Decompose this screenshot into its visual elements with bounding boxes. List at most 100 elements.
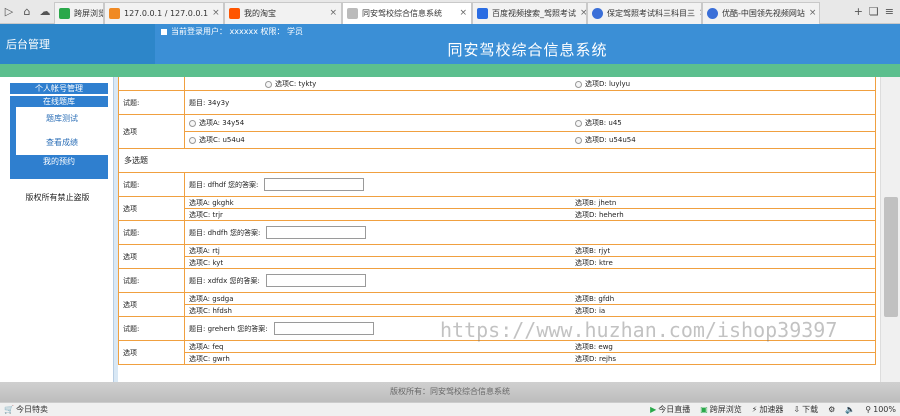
- option-b[interactable]: 选项B: u45: [575, 118, 622, 128]
- question-text: 题目: greherh 您的答案:: [189, 322, 374, 335]
- options-row: 选项 选项A: rtj 选项B: rjyt 选项C: kyt 选项D: ktre: [118, 245, 876, 269]
- close-icon[interactable]: ×: [212, 8, 220, 18]
- rocket-icon: ⚡: [751, 405, 758, 414]
- question-row: 试题: 题目: 34y3y: [118, 91, 876, 115]
- scrollbar-thumb[interactable]: [884, 197, 898, 317]
- option-b: 选项B: jhetn: [575, 199, 617, 207]
- current-user: 当前登录用户： xxxxxx 权限： 学员: [161, 26, 303, 37]
- exam-content: 选项C: tykty 选项D: luylyu 试题: 题目: 34y3y 选项 …: [118, 77, 880, 382]
- option-a[interactable]: 选项A: 34y54: [189, 118, 244, 128]
- accelerator-link[interactable]: ⚡ 加速器: [752, 404, 784, 415]
- option-c[interactable]: 选项C: u54u4: [189, 135, 245, 145]
- question-text: 题目: 34y3y: [189, 99, 230, 107]
- tab-youku[interactable]: 优酷-中国领先视频网站 ×: [702, 1, 820, 24]
- radio-icon[interactable]: [189, 136, 196, 144]
- tab-cross-screen[interactable]: 跨屏浏览: [54, 1, 104, 24]
- option-b: 选项B: ewg: [575, 343, 613, 351]
- settings-icon[interactable]: ⚙: [828, 405, 835, 414]
- cloud-icon[interactable]: ☁: [36, 0, 54, 24]
- zoom-icon: ⚲: [865, 405, 872, 414]
- option-c: 选项C: kyt: [189, 259, 224, 267]
- answer-input[interactable]: [265, 274, 366, 287]
- admin-header: 后台管理: [0, 24, 155, 64]
- page-title: 同安驾校综合信息系统: [447, 41, 608, 59]
- sidebar-item-booking[interactable]: 我的预约: [10, 155, 108, 179]
- sidebar: 个人帐号管理 在线题库 题库测试 查看成绩 我的预约 版权所有禁止盗版: [0, 77, 115, 382]
- page-header: 当前登录用户： xxxxxx 权限： 学员 同安驾校综合信息系统: [155, 24, 900, 64]
- new-tab-icon[interactable]: +: [854, 5, 863, 18]
- sidebar-item-question-bank[interactable]: 在线题库: [10, 96, 108, 107]
- sound-icon[interactable]: 🔈: [845, 405, 855, 414]
- radio-icon[interactable]: [575, 136, 582, 144]
- tab-driving-school[interactable]: 同安驾校综合信息系统 ×: [342, 1, 472, 24]
- option-a: 选项A: gsdga: [189, 295, 234, 303]
- question-text: 题目: dfhdf 您的答案:: [189, 178, 365, 191]
- status-bar: 🛒 今日特卖 ▶ 今日直播 ▣ 跨屏浏览 ⚡ 加速器 ⇩ 下载 ⚙ 🔈 ⚲ 100%: [0, 402, 900, 416]
- baidu-video-icon: [477, 7, 488, 19]
- option-d: 选项D: heherh: [575, 211, 624, 219]
- option-d: 选项D: rejhs: [575, 355, 617, 363]
- admin-title: 后台管理: [6, 38, 50, 51]
- live-link[interactable]: ▶ 今日直播: [650, 404, 690, 415]
- green-bookmark-icon: [59, 7, 70, 19]
- restore-icon[interactable]: ❏: [869, 5, 879, 18]
- option-a: 选项A: feq: [189, 343, 224, 351]
- close-icon[interactable]: ×: [809, 8, 817, 18]
- question-row: 试题: 题目: dfhdf 您的答案:: [118, 173, 876, 197]
- cross-screen-link[interactable]: ▣ 跨屏浏览: [700, 404, 742, 415]
- option-a: 选项A: gkghk: [189, 199, 234, 207]
- tab-baidu-video[interactable]: 百度视频搜索_驾照考试 ×: [472, 1, 587, 24]
- play-icon: [592, 7, 603, 19]
- tab-bar-controls: + ❏ ≡: [854, 5, 900, 18]
- radio-icon[interactable]: [265, 80, 272, 88]
- option-c: 选项C: hfdsh: [189, 307, 232, 315]
- option-c[interactable]: 选项C: tykty: [265, 79, 316, 89]
- option-b: 选项B: gfdh: [575, 295, 615, 303]
- vertical-scrollbar[interactable]: [880, 77, 900, 382]
- page-icon: [347, 7, 358, 19]
- option-b: 选项B: rjyt: [575, 247, 611, 255]
- tab-exam-video[interactable]: 保定驾照考试科三科目三 ×: [587, 1, 702, 24]
- question-text: 题目: xdfdx 您的答案:: [189, 274, 366, 287]
- radio-icon[interactable]: [575, 80, 582, 88]
- option-d: 选项D: ia: [575, 307, 606, 315]
- options-row: 选项 选项A: gkghk 选项B: jhetn 选项C: trjr 选项D: hehe…: [118, 197, 876, 221]
- sidebar-item-account[interactable]: 个人帐号管理: [10, 83, 108, 94]
- deals-link[interactable]: 🛒 今日特卖: [4, 404, 48, 415]
- question-text: 题目: dhdfh 您的答案:: [189, 226, 367, 239]
- tab-taobao[interactable]: 我的淘宝 ×: [224, 1, 342, 24]
- phpmyadmin-icon: [109, 7, 120, 19]
- radio-icon[interactable]: [575, 119, 582, 127]
- user-icon: [161, 28, 167, 35]
- menu-icon[interactable]: ≡: [885, 5, 894, 18]
- tab-phpmyadmin[interactable]: 127.0.0.1 / 127.0.0.1 ×: [104, 1, 224, 24]
- answer-input[interactable]: [266, 226, 367, 239]
- browser-tab-bar: ▷ ⌂ ☁ 跨屏浏览 127.0.0.1 / 127.0.0.1 × 我的淘宝 …: [0, 0, 900, 24]
- screen-icon: ▣: [700, 405, 708, 414]
- answer-input[interactable]: [273, 322, 374, 335]
- close-icon[interactable]: ×: [329, 8, 337, 18]
- option-c: 选项C: trjr: [189, 211, 223, 219]
- options-row: 选项 选项A: 34y54 选项B: u45 选项C: u54u4 选项D: u…: [118, 115, 876, 149]
- radio-icon[interactable]: [189, 119, 196, 127]
- question-row: 试题: 题目: greherh 您的答案:: [118, 317, 876, 341]
- multi-choice-section: 多选题: [118, 149, 876, 173]
- sidebar-item-test[interactable]: 题库测试: [16, 108, 108, 130]
- option-d[interactable]: 选项D: luylyu: [575, 79, 630, 89]
- zoom-control[interactable]: ⚲ 100%: [865, 405, 896, 414]
- options-row: 选项 选项A: gsdga 选项B: gfdh 选项C: hfdsh 选项D: ia: [118, 293, 876, 317]
- sidebar-item-scores[interactable]: 查看成绩: [16, 132, 108, 154]
- close-icon[interactable]: ×: [580, 8, 586, 18]
- cart-icon: 🛒: [4, 405, 14, 414]
- answer-input[interactable]: [264, 178, 365, 191]
- option-c: 选项C: gwrh: [189, 355, 230, 363]
- download-link[interactable]: ⇩ 下载: [793, 404, 818, 415]
- back-icon[interactable]: ▷: [0, 0, 18, 24]
- download-icon: ⇩: [793, 405, 801, 414]
- option-d[interactable]: 选项D: u54u54: [575, 135, 636, 145]
- question-row: 试题: 题目: xdfdx 您的答案:: [118, 269, 876, 293]
- question-row: 试题: 题目: dhdfh 您的答案:: [118, 221, 876, 245]
- close-icon[interactable]: ×: [459, 8, 467, 18]
- home-icon[interactable]: ⌂: [18, 0, 36, 24]
- options-row: 选项 选项A: feq 选项B: ewg 选项C: gwrh 选项D: rejhs: [118, 341, 876, 365]
